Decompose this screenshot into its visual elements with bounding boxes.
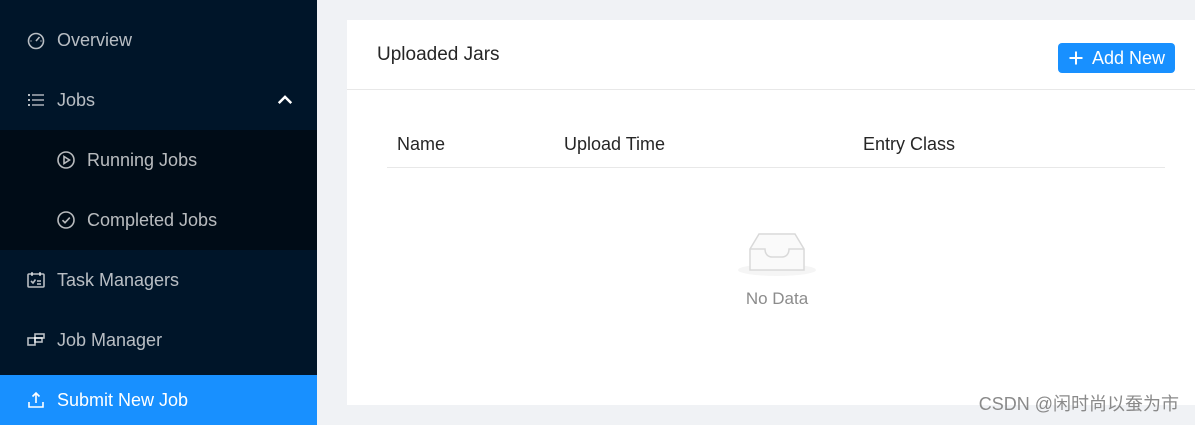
schedule-icon bbox=[26, 270, 46, 290]
column-header-name[interactable]: Name bbox=[397, 134, 445, 155]
sidebar-item-overview[interactable]: Overview bbox=[0, 15, 317, 65]
sidebar-item-label: Jobs bbox=[57, 89, 96, 110]
column-header-upload-time[interactable]: Upload Time bbox=[564, 134, 665, 155]
watermark: CSDN @闲时尚以蚕为市 bbox=[978, 394, 1179, 414]
column-header-entry-class[interactable]: Entry Class bbox=[863, 134, 955, 155]
check-circle-icon bbox=[56, 210, 76, 230]
build-icon bbox=[26, 330, 46, 350]
uploaded-jars-card: Uploaded Jars Add New Name Upload Time E… bbox=[347, 20, 1195, 405]
card-header: Uploaded Jars Add New bbox=[347, 20, 1195, 90]
sidebar-item-task-managers[interactable]: Task Managers bbox=[0, 255, 317, 305]
sidebar-item-submit-new-job[interactable]: Submit New Job bbox=[0, 375, 317, 425]
empty-state: No Data bbox=[727, 225, 827, 309]
chevron-up-icon bbox=[277, 95, 293, 105]
sidebar-item-running-jobs[interactable]: Running Jobs bbox=[0, 135, 317, 185]
sidebar-item-jobs[interactable]: Jobs bbox=[0, 75, 317, 125]
sidebar-item-label: Completed Jobs bbox=[87, 209, 218, 230]
sidebar: Overview Jobs Running Jobs Completed Job… bbox=[0, 0, 317, 425]
table-header: Name Upload Time Entry Class bbox=[387, 123, 1165, 168]
empty-text: No Data bbox=[745, 289, 809, 308]
dashboard-icon bbox=[26, 30, 46, 50]
card-title: Uploaded Jars bbox=[377, 44, 500, 65]
empty-inbox-icon bbox=[738, 233, 816, 276]
sidebar-item-label: Running Jobs bbox=[87, 149, 198, 170]
sidebar-item-label: Overview bbox=[57, 29, 133, 50]
sidebar-item-label: Job Manager bbox=[57, 329, 163, 350]
upload-icon bbox=[26, 390, 46, 410]
list-icon bbox=[26, 90, 46, 110]
plus-icon bbox=[1069, 51, 1083, 65]
sidebar-item-label: Task Managers bbox=[57, 269, 180, 290]
sidebar-item-completed-jobs[interactable]: Completed Jobs bbox=[0, 195, 317, 245]
add-new-label: Add New bbox=[1091, 47, 1166, 68]
sidebar-item-job-manager[interactable]: Job Manager bbox=[0, 315, 317, 365]
play-circle-icon bbox=[56, 150, 76, 170]
add-new-button[interactable]: Add New bbox=[1058, 43, 1175, 73]
sidebar-item-label: Submit New Job bbox=[57, 389, 189, 410]
